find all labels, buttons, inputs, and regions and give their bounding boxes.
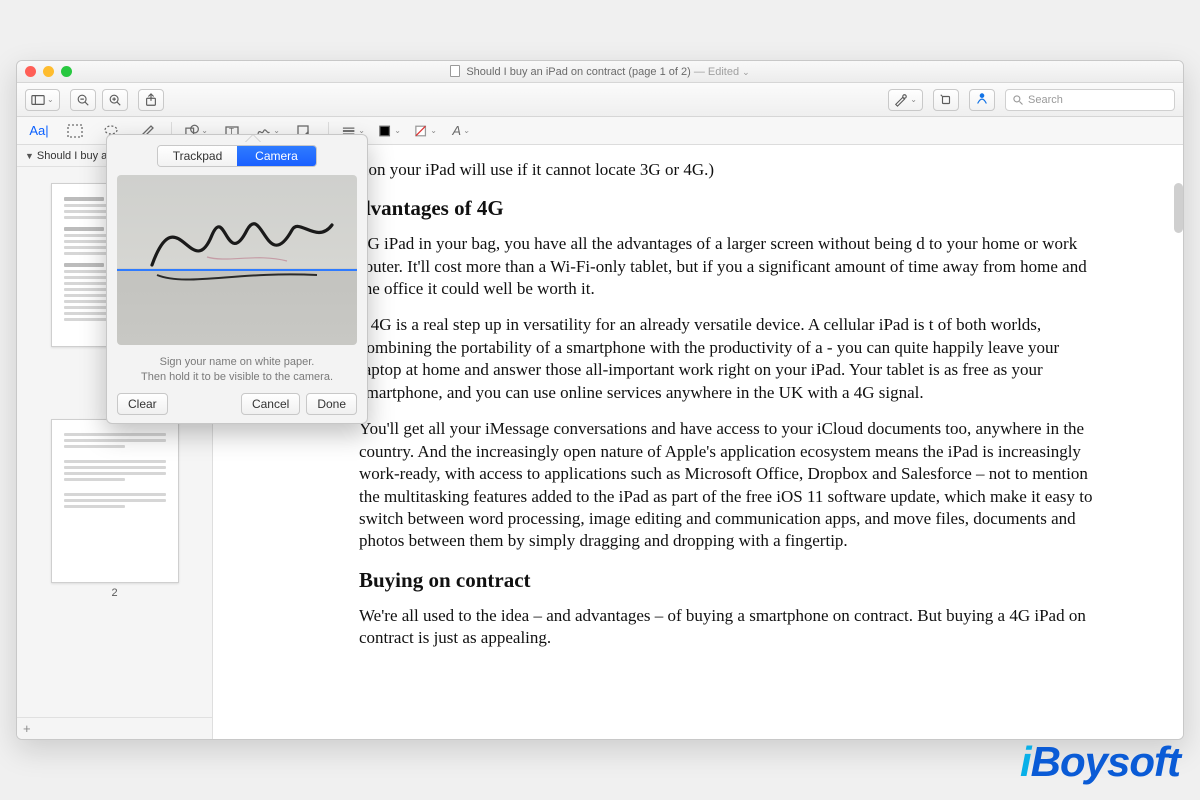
zoom-in-button[interactable] (102, 89, 128, 111)
zoom-out-button[interactable] (70, 89, 96, 111)
title-caret-icon: ⌄ (742, 67, 750, 77)
share-button[interactable] (138, 89, 164, 111)
disclosure-triangle-icon: ▼ (25, 151, 34, 161)
search-input[interactable]: Search (1005, 89, 1175, 111)
cancel-button[interactable]: Cancel (241, 393, 300, 415)
body-text: You'll get all your iMessage conversatio… (359, 418, 1103, 553)
sidebar-toggle-button[interactable]: ⌄ (25, 89, 60, 111)
page-number-label: 2 (17, 587, 212, 599)
add-page-button[interactable]: + (23, 721, 31, 736)
toolbar: ⌄ ⌄ Search (17, 83, 1183, 117)
sidebar-footer: + (17, 717, 212, 739)
edited-label: — Edited (694, 66, 739, 78)
signature-source-segment: Trackpad Camera (157, 145, 317, 167)
search-icon (1012, 94, 1024, 106)
body-text: We're all used to the idea – and advanta… (359, 605, 1103, 650)
titlebar: Should I buy an iPad on contract (page 1… (17, 61, 1183, 83)
done-button[interactable]: Done (306, 393, 357, 415)
baseline-guide (117, 269, 357, 271)
page-thumbnail-2[interactable] (51, 419, 179, 583)
body-text: tion your iPad will use if it cannot loc… (359, 159, 1103, 181)
tab-camera[interactable]: Camera (237, 146, 316, 166)
selection-tool[interactable] (63, 121, 87, 141)
heading-buying: Buying on contract (359, 567, 1103, 595)
fill-color-tool[interactable]: ⌄ (413, 121, 437, 141)
body-text: 4G iPad in your bag, you have all the ad… (359, 233, 1103, 300)
body-text: e 4G is a real step up in versatility fo… (359, 314, 1103, 404)
signature-popover: Trackpad Camera Sign your name on white … (106, 134, 368, 424)
clear-button[interactable]: Clear (117, 393, 168, 415)
window-title[interactable]: Should I buy an iPad on contract (page 1… (17, 65, 1183, 78)
rotate-button[interactable] (933, 89, 959, 111)
text-style-tool[interactable]: Aa| (27, 121, 51, 141)
heading-advantages: dvantages of 4G (359, 195, 1103, 223)
search-placeholder: Search (1028, 94, 1063, 106)
document-page: tion your iPad will use if it cannot loc… (263, 145, 1133, 703)
watermark-logo: iBoysoft (1020, 738, 1180, 786)
markup-toggle-button[interactable]: ⌄ (888, 89, 923, 111)
signature-hint: Sign your name on white paper. Then hold… (117, 355, 357, 385)
font-tool[interactable]: A⌄ (449, 121, 473, 141)
signature-stroke-icon (117, 175, 357, 345)
stroke-color-tool[interactable]: ⌄ (377, 121, 401, 141)
highlight-button[interactable] (969, 89, 995, 111)
document-icon (450, 65, 460, 77)
tab-trackpad[interactable]: Trackpad (158, 146, 237, 166)
scrollbar-thumb[interactable] (1174, 183, 1183, 233)
camera-preview (117, 175, 357, 345)
title-label: Should I buy an iPad on contract (page 1… (466, 66, 690, 78)
